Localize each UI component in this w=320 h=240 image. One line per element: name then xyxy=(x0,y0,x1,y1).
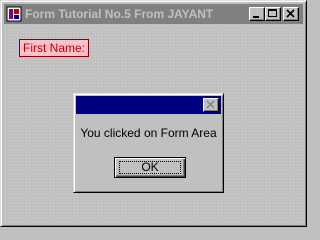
window-titlebar[interactable]: Form Tutorial No.5 From JAYANT xyxy=(4,4,303,24)
close-icon xyxy=(286,9,295,18)
dialog-titlebar[interactable] xyxy=(76,96,221,114)
ok-button-label: OK xyxy=(119,161,181,174)
close-button[interactable] xyxy=(283,7,299,21)
message-dialog: You clicked on Form Area OK xyxy=(73,93,224,193)
dialog-close-button[interactable] xyxy=(203,98,219,112)
minimize-button[interactable] xyxy=(249,7,265,21)
ok-button[interactable]: OK xyxy=(114,157,186,178)
window-title: Form Tutorial No.5 From JAYANT xyxy=(25,7,214,21)
app-icon[interactable] xyxy=(6,6,22,22)
first-name-label: First Name: xyxy=(19,39,90,57)
main-window: Form Tutorial No.5 From JAYANT First Nam… xyxy=(0,0,307,227)
maximize-button[interactable] xyxy=(265,7,281,21)
form-area[interactable]: First Name: You clicked on Form Area OK xyxy=(4,25,303,223)
dialog-message: You clicked on Form Area xyxy=(80,126,217,140)
maximize-icon xyxy=(268,9,277,17)
minimize-icon xyxy=(253,16,259,18)
close-icon xyxy=(206,100,215,109)
